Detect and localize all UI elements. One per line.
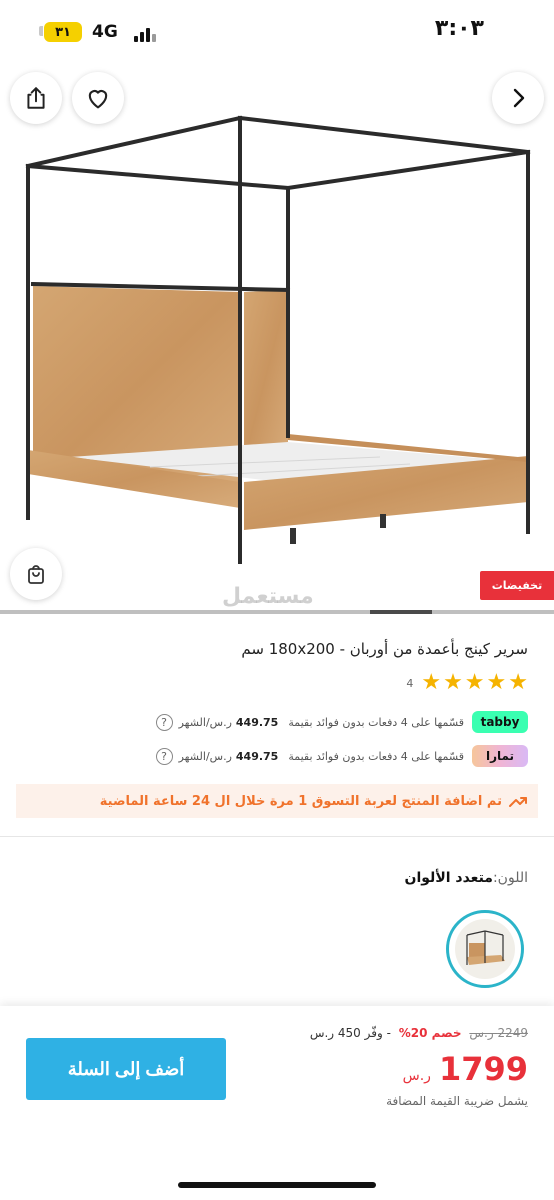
star-icon: ★ — [421, 670, 442, 695]
add-to-cart-button[interactable]: أضف إلى السلة — [26, 1038, 226, 1100]
currency: ر.س — [402, 1068, 431, 1084]
status-time: ٣:٠٣ — [434, 16, 484, 41]
cart-button[interactable] — [10, 548, 62, 600]
signal-icon — [134, 24, 158, 42]
network-label: 4G — [92, 22, 118, 42]
star-icon: ★ — [464, 670, 485, 695]
old-price: 2249 ر.س — [469, 1026, 528, 1040]
sale-tag: تخفيضات — [480, 571, 554, 600]
tabby-badge: tabby — [472, 711, 528, 733]
saving-amount: - وفّر 450 ر.س — [309, 1026, 391, 1040]
star-icon: ★ — [443, 670, 463, 695]
tamara-text: قسّمها على 4 دفعات بدون فوائد بقيمة — [288, 749, 464, 763]
cart-activity-notice: تم اضافة المنتج لعربة التسوق 1 مرة خلال … — [16, 784, 538, 818]
rating[interactable]: ★ ★ ★ ★ ★ 4 — [406, 672, 528, 694]
back-button[interactable] — [492, 72, 544, 124]
tabby-installment-row[interactable]: tabby قسّمها على 4 دفعات بدون فوائد بقيم… — [155, 710, 528, 734]
share-icon — [27, 87, 45, 109]
color-swatch[interactable] — [446, 910, 524, 988]
swatch-thumbnail — [455, 919, 515, 979]
color-value: متعدد الألوان — [404, 870, 493, 886]
gallery-progress — [0, 610, 554, 614]
purchase-bar: 2249 ر.س خصم 20% - وفّر 450 ر.س 1799 ر.س… — [0, 1006, 554, 1200]
heart-icon — [88, 90, 108, 109]
help-icon[interactable]: ? — [155, 747, 173, 765]
favorite-button[interactable] — [72, 72, 124, 124]
color-label: اللون: — [492, 870, 528, 886]
color-row: اللون:متعدد الألوان — [405, 870, 528, 886]
tabby-unit: ر.س/الشهر — [178, 715, 232, 729]
price-row: 1799 ر.س — [403, 1050, 528, 1088]
battery-tip — [39, 26, 43, 36]
divider — [0, 836, 554, 837]
discount-row: 2249 ر.س خصم 20% - وفّر 450 ر.س — [310, 1026, 528, 1040]
tamara-unit: ر.س/الشهر — [178, 749, 232, 763]
home-indicator[interactable] — [178, 1182, 376, 1188]
trending-up-icon — [509, 797, 527, 807]
star-icon: ★ — [508, 670, 528, 695]
product-image — [25, 115, 531, 564]
tamara-amount: 449.75 — [235, 749, 279, 763]
cart-icon — [28, 565, 44, 584]
gallery-progress-fill — [370, 610, 432, 614]
star-icon: ★ — [486, 670, 507, 695]
product-title: سرير كينج بأعمدة من أوربان - 180x200 سم — [241, 640, 528, 658]
watermark: مستعمل — [222, 584, 314, 609]
vat-note: يشمل ضريبة القيمة المضافة — [386, 1094, 528, 1108]
tabby-amount: 449.75 — [235, 715, 279, 729]
discount-percent: خصم 20% — [398, 1026, 462, 1040]
battery-icon: ٣١ — [44, 22, 82, 42]
notice-text: تم اضافة المنتج لعربة التسوق 1 مرة خلال … — [99, 793, 502, 809]
rating-count: 4 — [406, 676, 414, 690]
tamara-installment-row[interactable]: تمارا قسّمها على 4 دفعات بدون فوائد بقيم… — [155, 744, 528, 768]
tamara-badge: تمارا — [472, 745, 528, 767]
status-bar: ٣١ 4G ٣:٠٣ — [0, 0, 554, 62]
product-gallery[interactable]: مستعمل تخفيضات — [0, 62, 554, 610]
current-price: 1799 — [438, 1050, 528, 1088]
help-icon[interactable]: ? — [155, 713, 173, 731]
tabby-text: قسّمها على 4 دفعات بدون فوائد بقيمة — [288, 715, 464, 729]
share-button[interactable] — [10, 72, 62, 124]
chevron-right-icon — [513, 88, 525, 108]
